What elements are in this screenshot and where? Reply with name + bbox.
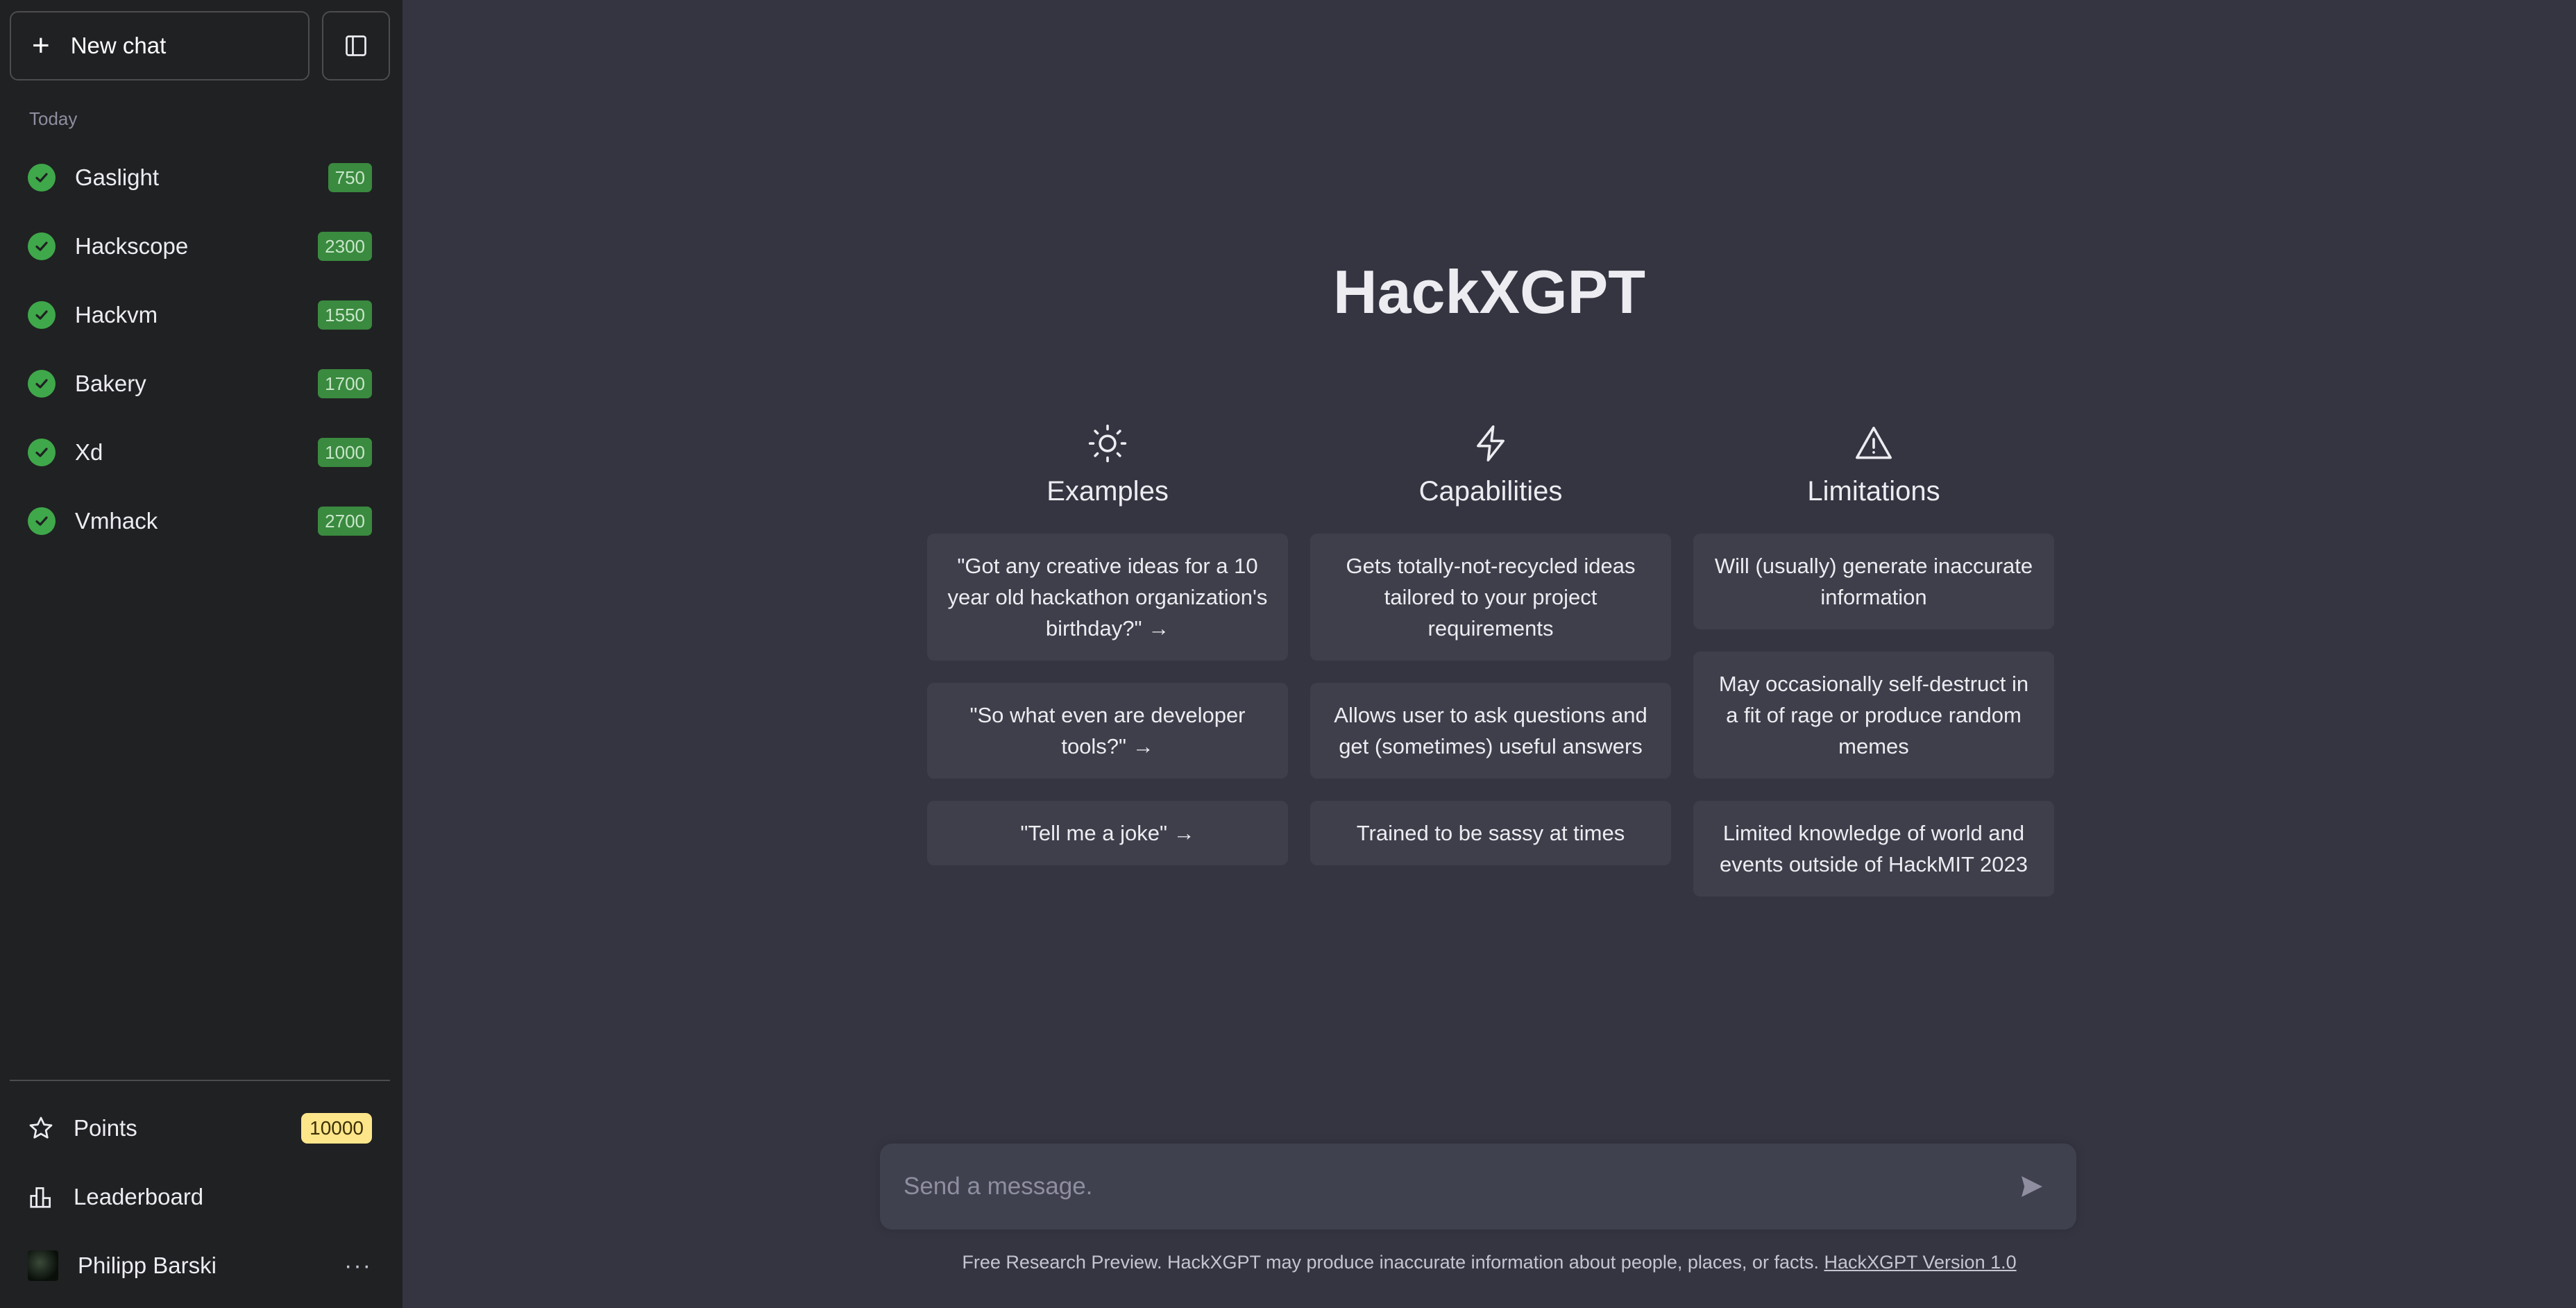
points-badge: 750 — [328, 162, 372, 192]
lightning-icon — [1471, 421, 1511, 466]
chat-item[interactable]: Hackscope 2300 — [0, 212, 402, 280]
send-button[interactable] — [2015, 1170, 2049, 1203]
points-badge: 1000 — [318, 437, 372, 467]
points-badge: 2300 — [318, 231, 372, 261]
warning-icon — [1854, 421, 1894, 466]
message-composer — [880, 1144, 2076, 1230]
more-options-icon[interactable]: ··· — [344, 1252, 372, 1280]
chat-item[interactable]: Xd 1000 — [0, 418, 402, 486]
example-prompt-card[interactable]: "Tell me a joke" → — [927, 801, 1288, 865]
limitation-card: Will (usually) generate inaccurate infor… — [1693, 534, 2054, 629]
footer-disclaimer: Free Research Preview. HackXGPT may prod… — [402, 1252, 2576, 1273]
check-circle-icon — [28, 438, 56, 466]
chat-item[interactable]: Gaslight 750 — [0, 143, 402, 212]
message-input[interactable] — [904, 1173, 2015, 1200]
chat-item[interactable]: Hackvm 1550 — [0, 280, 402, 349]
capability-card: Allows user to ask questions and get (so… — [1310, 683, 1671, 779]
check-circle-icon — [28, 163, 56, 192]
chat-title: Gaslight — [75, 164, 160, 190]
capability-card: Trained to be sassy at times — [1310, 801, 1671, 865]
app-window: + New chat Today Gaslight 750 Hackscope … — [0, 0, 2576, 1308]
limitations-column: Limitations Will (usually) generate inac… — [1693, 421, 2054, 919]
sun-icon — [1087, 421, 1128, 466]
points-item[interactable]: Points 10000 — [0, 1095, 402, 1162]
chat-title: Vmhack — [75, 507, 158, 534]
intro-columns: Examples "Got any creative ideas for a 1… — [927, 421, 2054, 919]
example-prompt-card[interactable]: "Got any creative ideas for a 10 year ol… — [927, 534, 1288, 661]
version-link[interactable]: HackXGPT Version 1.0 — [1824, 1252, 2016, 1273]
capability-card: Gets totally-not-recycled ideas tailored… — [1310, 534, 1671, 661]
user-name: Philipp Barski — [78, 1252, 217, 1278]
column-title: Capabilities — [1418, 476, 1563, 507]
chat-item[interactable]: Bakery 1700 — [0, 349, 402, 418]
sidebar-divider — [10, 1080, 390, 1081]
check-circle-icon — [28, 232, 56, 260]
example-prompt-card[interactable]: "So what even are developer tools?" → — [927, 683, 1288, 779]
points-badge: 1700 — [318, 368, 372, 398]
sidebar-toggle-icon — [346, 35, 366, 56]
points-badge: 2700 — [318, 506, 372, 536]
column-title: Limitations — [1807, 476, 1940, 507]
avatar — [28, 1250, 58, 1281]
check-circle-icon — [28, 300, 56, 329]
page-title: HackXGPT — [1333, 257, 1645, 326]
column-title: Examples — [1046, 476, 1169, 507]
new-chat-button[interactable]: + New chat — [10, 11, 310, 80]
user-menu[interactable]: Philipp Barski ··· — [0, 1232, 402, 1299]
points-label: Points — [74, 1115, 137, 1141]
check-circle-icon — [28, 369, 56, 398]
leaderboard-item[interactable]: Leaderboard — [0, 1164, 402, 1230]
plus-icon: + — [32, 28, 50, 62]
chat-title: Bakery — [75, 370, 146, 396]
chat-title: Xd — [75, 439, 103, 465]
total-points-badge: 10000 — [301, 1113, 372, 1144]
limitation-card: Limited knowledge of world and events ou… — [1693, 801, 2054, 897]
sidebar-top-row: + New chat — [10, 11, 390, 80]
points-badge: 1550 — [318, 300, 372, 330]
leaderboard-label: Leaderboard — [74, 1184, 204, 1209]
toggle-sidebar-button[interactable] — [322, 11, 390, 80]
main-panel: HackXGPT Examples "Got any creative idea… — [402, 0, 2576, 1308]
chat-item[interactable]: Vmhack 2700 — [0, 486, 402, 555]
check-circle-icon — [28, 507, 56, 535]
new-chat-label: New chat — [70, 33, 167, 58]
section-label-today: Today — [29, 108, 78, 129]
chat-list: Gaslight 750 Hackscope 2300 Hackvm 1550 — [0, 143, 402, 555]
star-icon — [29, 1116, 53, 1139]
chat-title: Hackscope — [75, 232, 189, 259]
leaderboard-icon — [30, 1187, 51, 1208]
send-icon — [2022, 1176, 2042, 1197]
footer-text: Free Research Preview. HackXGPT may prod… — [962, 1252, 1819, 1273]
chat-title: Hackvm — [75, 301, 158, 328]
sidebar: + New chat Today Gaslight 750 Hackscope … — [0, 0, 402, 1308]
capabilities-column: Capabilities Gets totally-not-recycled i… — [1310, 421, 1671, 919]
limitation-card: May occasionally self-destruct in a fit … — [1693, 652, 2054, 779]
examples-column: Examples "Got any creative ideas for a 1… — [927, 421, 1288, 919]
